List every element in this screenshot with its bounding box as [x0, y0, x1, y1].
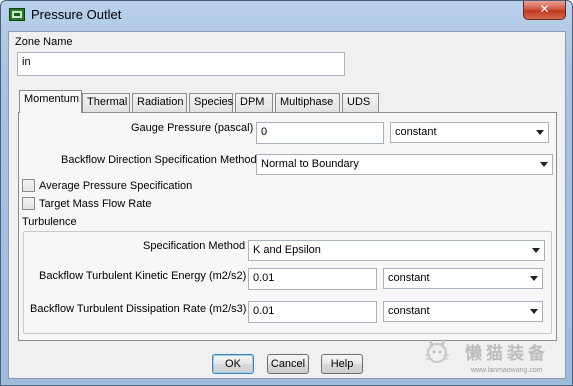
watermark-text: 懒猫装备: [465, 344, 549, 364]
tab-label: Species: [194, 96, 234, 108]
tab-label: Thermal: [87, 96, 128, 108]
chevron-down-icon: [536, 130, 544, 135]
tab-label: UDS: [347, 96, 371, 108]
tke-field[interactable]: 0.01: [248, 268, 377, 290]
target-mass-flow-label: Target Mass Flow Rate: [39, 198, 152, 210]
zone-name-label: Zone Name: [15, 36, 73, 48]
target-mass-flow-checkbox[interactable]: [22, 197, 35, 210]
tab-label: Multiphase: [280, 96, 334, 108]
average-pressure-label: Average Pressure Specification: [39, 180, 193, 192]
zone-name-field[interactable]: in: [17, 52, 345, 76]
close-button[interactable]: ✕: [523, 1, 566, 20]
dissipation-label: Backflow Turbulent Dissipation Rate (m2/…: [30, 303, 247, 315]
select-value: K and Epsilon: [253, 244, 321, 256]
backflow-direction-label: Backflow Direction Specification Method: [61, 154, 257, 166]
turbulence-group: Specification Method K and Epsilon Backf…: [23, 231, 552, 334]
cat-logo-icon: [425, 339, 449, 363]
window-title: Pressure Outlet: [31, 7, 122, 22]
help-button[interactable]: Help: [321, 354, 363, 374]
cancel-button[interactable]: Cancel: [267, 354, 309, 374]
watermark: 懒猫装备 www.lanmaowang.com: [419, 331, 569, 381]
gauge-pressure-label: Gauge Pressure (pascal): [131, 122, 254, 134]
select-value: Normal to Boundary: [261, 158, 359, 170]
select-value: constant: [388, 272, 430, 284]
tab-species[interactable]: Species: [189, 93, 233, 112]
gauge-pressure-field[interactable]: 0: [256, 122, 384, 144]
tab-multiphase[interactable]: Multiphase: [275, 93, 340, 112]
tab-thermal[interactable]: Thermal: [82, 93, 130, 112]
specification-method-select[interactable]: K and Epsilon: [248, 240, 545, 261]
tab-momentum[interactable]: Momentum: [19, 90, 82, 113]
tab-label: Radiation: [137, 96, 184, 108]
tke-method-select[interactable]: constant: [383, 268, 543, 289]
title-bar[interactable]: Pressure Outlet ✕: [1, 1, 572, 29]
tab-uds[interactable]: UDS: [342, 93, 379, 112]
gauge-pressure-method-select[interactable]: constant: [390, 122, 549, 143]
watermark-url: www.lanmaowang.com: [471, 367, 543, 374]
close-icon: ✕: [539, 2, 550, 16]
turbulence-group-label: Turbulence: [22, 216, 77, 228]
specification-method-label: Specification Method: [143, 240, 246, 252]
chevron-down-icon: [530, 276, 538, 281]
ok-button[interactable]: OK: [212, 354, 254, 374]
chevron-down-icon: [532, 248, 540, 253]
dissipation-field[interactable]: 0.01: [248, 301, 377, 323]
select-value: constant: [388, 305, 430, 317]
tab-dpm[interactable]: DPM: [235, 93, 273, 112]
dissipation-method-select[interactable]: constant: [383, 301, 543, 322]
backflow-direction-select[interactable]: Normal to Boundary: [256, 154, 553, 175]
chevron-down-icon: [540, 162, 548, 167]
dialog-window: Pressure Outlet ✕ Zone Name in Momentum …: [0, 0, 573, 386]
momentum-panel: Gauge Pressure (pascal) 0 constant Backf…: [18, 112, 557, 341]
average-pressure-checkbox[interactable]: [22, 179, 35, 192]
select-value: constant: [395, 126, 437, 138]
tab-label: DPM: [240, 96, 265, 108]
tab-label: Momentum: [24, 93, 80, 105]
app-icon: [9, 8, 25, 21]
tke-label: Backflow Turbulent Kinetic Energy (m2/s2…: [39, 270, 247, 282]
dialog-body: Zone Name in Momentum Thermal Radiation …: [8, 31, 566, 379]
chevron-down-icon: [530, 309, 538, 314]
tab-radiation[interactable]: Radiation: [132, 93, 187, 112]
